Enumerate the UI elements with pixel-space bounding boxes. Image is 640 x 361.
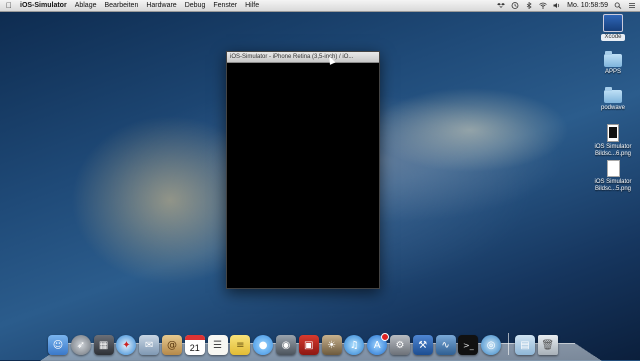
desktop-item-screenshot-6[interactable]: iOS Simulator Bildsc...6.png <box>588 124 638 158</box>
menu-app-name[interactable]: iOS-Simulator <box>20 0 67 11</box>
dropbox-icon[interactable] <box>497 2 506 9</box>
desktop-item-xcode[interactable]: Xcode <box>588 14 638 41</box>
wifi-icon[interactable] <box>539 2 547 9</box>
reminders-icon[interactable]: ☰ <box>207 335 228 355</box>
desktop-item-label: Bildsc...6.png <box>594 151 632 157</box>
desktop-item-label: iOS Simulator <box>594 144 632 150</box>
bluetooth-icon[interactable] <box>525 2 533 9</box>
iphoto-icon[interactable]: ☀ <box>321 335 342 355</box>
desktop-item-screenshot-5[interactable]: iOS Simulator Bildsc...5.png <box>588 160 638 193</box>
menu-fenster[interactable]: Fenster <box>213 0 237 11</box>
folder-icon <box>604 51 622 67</box>
network-utility-icon[interactable]: ◎ <box>481 335 502 355</box>
desktop-item-label: Xcode <box>601 34 625 41</box>
app-store-icon[interactable]: A <box>367 333 390 355</box>
launchpad-icon[interactable]: ➶ <box>70 335 91 355</box>
apple-menu-icon[interactable]:  <box>4 1 14 10</box>
menu-extras: Mo. 10:58:59 <box>491 0 636 11</box>
desktop-item-podwave-folder[interactable]: podwave <box>588 87 638 112</box>
image-file-icon <box>607 124 619 142</box>
itunes-icon[interactable]: ♫ <box>344 335 365 355</box>
safari-icon[interactable]: ✦ <box>116 335 137 355</box>
simulator-title-bar[interactable]: iOS-Simulator - iPhone Retina (3,5-inch)… <box>227 52 379 63</box>
xcode-icon[interactable]: ⚒ <box>412 335 433 355</box>
calendar-day: 21 <box>189 342 200 353</box>
desktop-item-apps-folder[interactable]: APPS <box>588 51 638 76</box>
trash-icon[interactable]: 🗑 <box>537 335 558 355</box>
folder-icon <box>604 87 622 103</box>
menu-bearbeiten[interactable]: Bearbeiten <box>104 0 138 11</box>
time-machine-icon[interactable] <box>511 2 519 9</box>
notification-center-icon[interactable] <box>628 2 636 9</box>
contacts-icon[interactable]: @ <box>161 335 182 355</box>
menu-hilfe[interactable]: Hilfe <box>245 0 259 11</box>
volume-icon[interactable] <box>553 2 561 9</box>
desktop-item-label: Bildsc...5.png <box>594 186 632 192</box>
desktop-item-label: APPS <box>604 69 621 75</box>
mission-control-icon[interactable]: ▦ <box>93 335 114 355</box>
ios-simulator-window[interactable]: iOS-Simulator - iPhone Retina (3,5-inch)… <box>226 51 380 289</box>
menu-bar:  iOS-Simulator Ablage Bearbeiten Hardwa… <box>0 0 640 12</box>
photo-booth-icon[interactable]: ▣ <box>298 335 319 355</box>
system-preferences-icon[interactable]: ⚙ <box>389 335 410 355</box>
simulator-screen[interactable] <box>227 63 379 288</box>
desktop-item-label: podwave <box>600 105 626 111</box>
desktop-item-label: iOS Simulator <box>594 179 632 185</box>
dock: ☺ ➶ ▦ ✦ ✉ @ 21 ☰ ≡ ● ◉ ▣ ☀ ♫ A ⚙ ⚒ ∿ >_ … <box>48 329 561 355</box>
instruments-icon[interactable]: ∿ <box>435 335 456 355</box>
menu-debug[interactable]: Debug <box>185 0 206 11</box>
terminal-icon[interactable]: >_ <box>458 335 479 355</box>
finder-icon[interactable]: ☺ <box>48 335 68 355</box>
notification-badge <box>381 333 390 341</box>
menu-ablage[interactable]: Ablage <box>75 0 97 11</box>
menu-hardware[interactable]: Hardware <box>146 0 176 11</box>
messages-icon[interactable]: ● <box>253 335 274 355</box>
dock-separator <box>507 333 509 355</box>
xcode-icon <box>603 14 623 32</box>
notes-icon[interactable]: ≡ <box>230 335 251 355</box>
clock[interactable]: Mo. 10:58:59 <box>567 0 608 11</box>
calendar-icon[interactable]: 21 <box>184 335 205 355</box>
spotlight-icon[interactable] <box>614 2 622 9</box>
documents-folder-icon[interactable]: ▤ <box>514 335 535 355</box>
image-file-icon <box>606 160 620 177</box>
mail-icon[interactable]: ✉ <box>139 335 160 355</box>
facetime-icon[interactable]: ◉ <box>275 335 296 355</box>
